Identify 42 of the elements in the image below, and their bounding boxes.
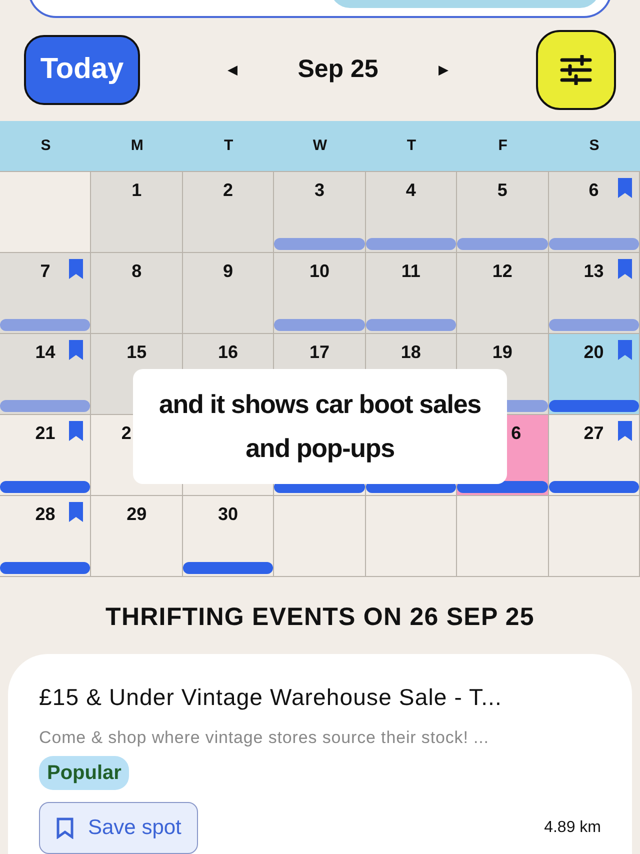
- weekday-label: S: [588, 136, 600, 156]
- weekday-label: W: [312, 136, 328, 156]
- day-number: 19: [492, 340, 512, 364]
- day-number: 2: [121, 422, 132, 444]
- day-number: 12: [492, 260, 512, 282]
- day-number: 28: [35, 502, 56, 526]
- day-number: 1: [132, 178, 142, 202]
- day-number: 11: [401, 260, 420, 282]
- day-number: 5: [497, 178, 508, 202]
- distance-label: 4.89 km: [544, 818, 601, 838]
- day-number: 4: [406, 178, 416, 202]
- day-number: 2: [223, 178, 234, 202]
- weekday-label: M: [130, 136, 144, 156]
- weekday-label: T: [406, 136, 417, 156]
- day-number: 17: [309, 340, 330, 364]
- day-number: 15: [126, 340, 147, 364]
- events-heading: THRIFTING EVENTS ON 26 SEP 25: [106, 602, 534, 632]
- caption-text: and it shows car boot sales: [159, 388, 481, 420]
- day-number: 3: [314, 178, 324, 202]
- day-number: 16: [218, 340, 238, 364]
- month-label: Sep 25: [298, 54, 378, 86]
- day-number: 14: [35, 340, 56, 364]
- day-number: 29: [126, 502, 147, 526]
- day-number: 7: [40, 260, 50, 282]
- day-number: 21: [35, 422, 56, 444]
- day-number: 27: [584, 422, 604, 444]
- day-number: 8: [132, 260, 142, 282]
- caption-text: and pop-ups: [246, 432, 394, 464]
- event-title: £15 & Under Vintage Warehouse Sale - T...: [39, 683, 502, 712]
- event-description: Come & shop where vintage stores source their stock! ...: [39, 726, 489, 748]
- day-number: 18: [400, 340, 421, 364]
- weekday-label: S: [40, 136, 52, 156]
- day-number: 9: [223, 260, 234, 282]
- day-number: 10: [309, 260, 330, 282]
- weekday-label: F: [497, 136, 508, 156]
- day-number: 20: [584, 340, 604, 364]
- day-number: 30: [218, 502, 238, 526]
- day-number: 6: [511, 422, 522, 444]
- popular-tag: Popular: [39, 756, 130, 790]
- weekday-label: T: [222, 136, 234, 156]
- day-number: 13: [584, 260, 604, 282]
- day-number: 6: [588, 178, 599, 202]
